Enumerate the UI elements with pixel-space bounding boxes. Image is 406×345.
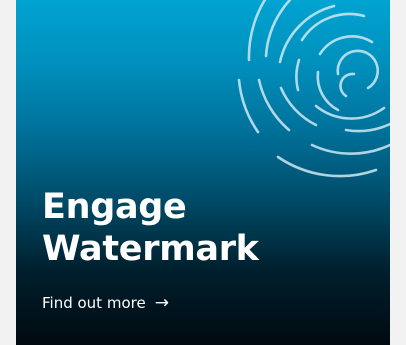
card-title: Engage Watermark xyxy=(42,186,259,270)
card-title-line-2: Watermark xyxy=(42,229,259,269)
card-title-line-1: Engage xyxy=(42,187,187,227)
find-out-more-label: Find out more xyxy=(42,294,146,312)
find-out-more-link[interactable]: Find out more → xyxy=(42,294,169,312)
promo-card[interactable]: Engage Watermark Find out more → xyxy=(16,0,390,345)
arrow-right-icon: → xyxy=(154,292,169,313)
